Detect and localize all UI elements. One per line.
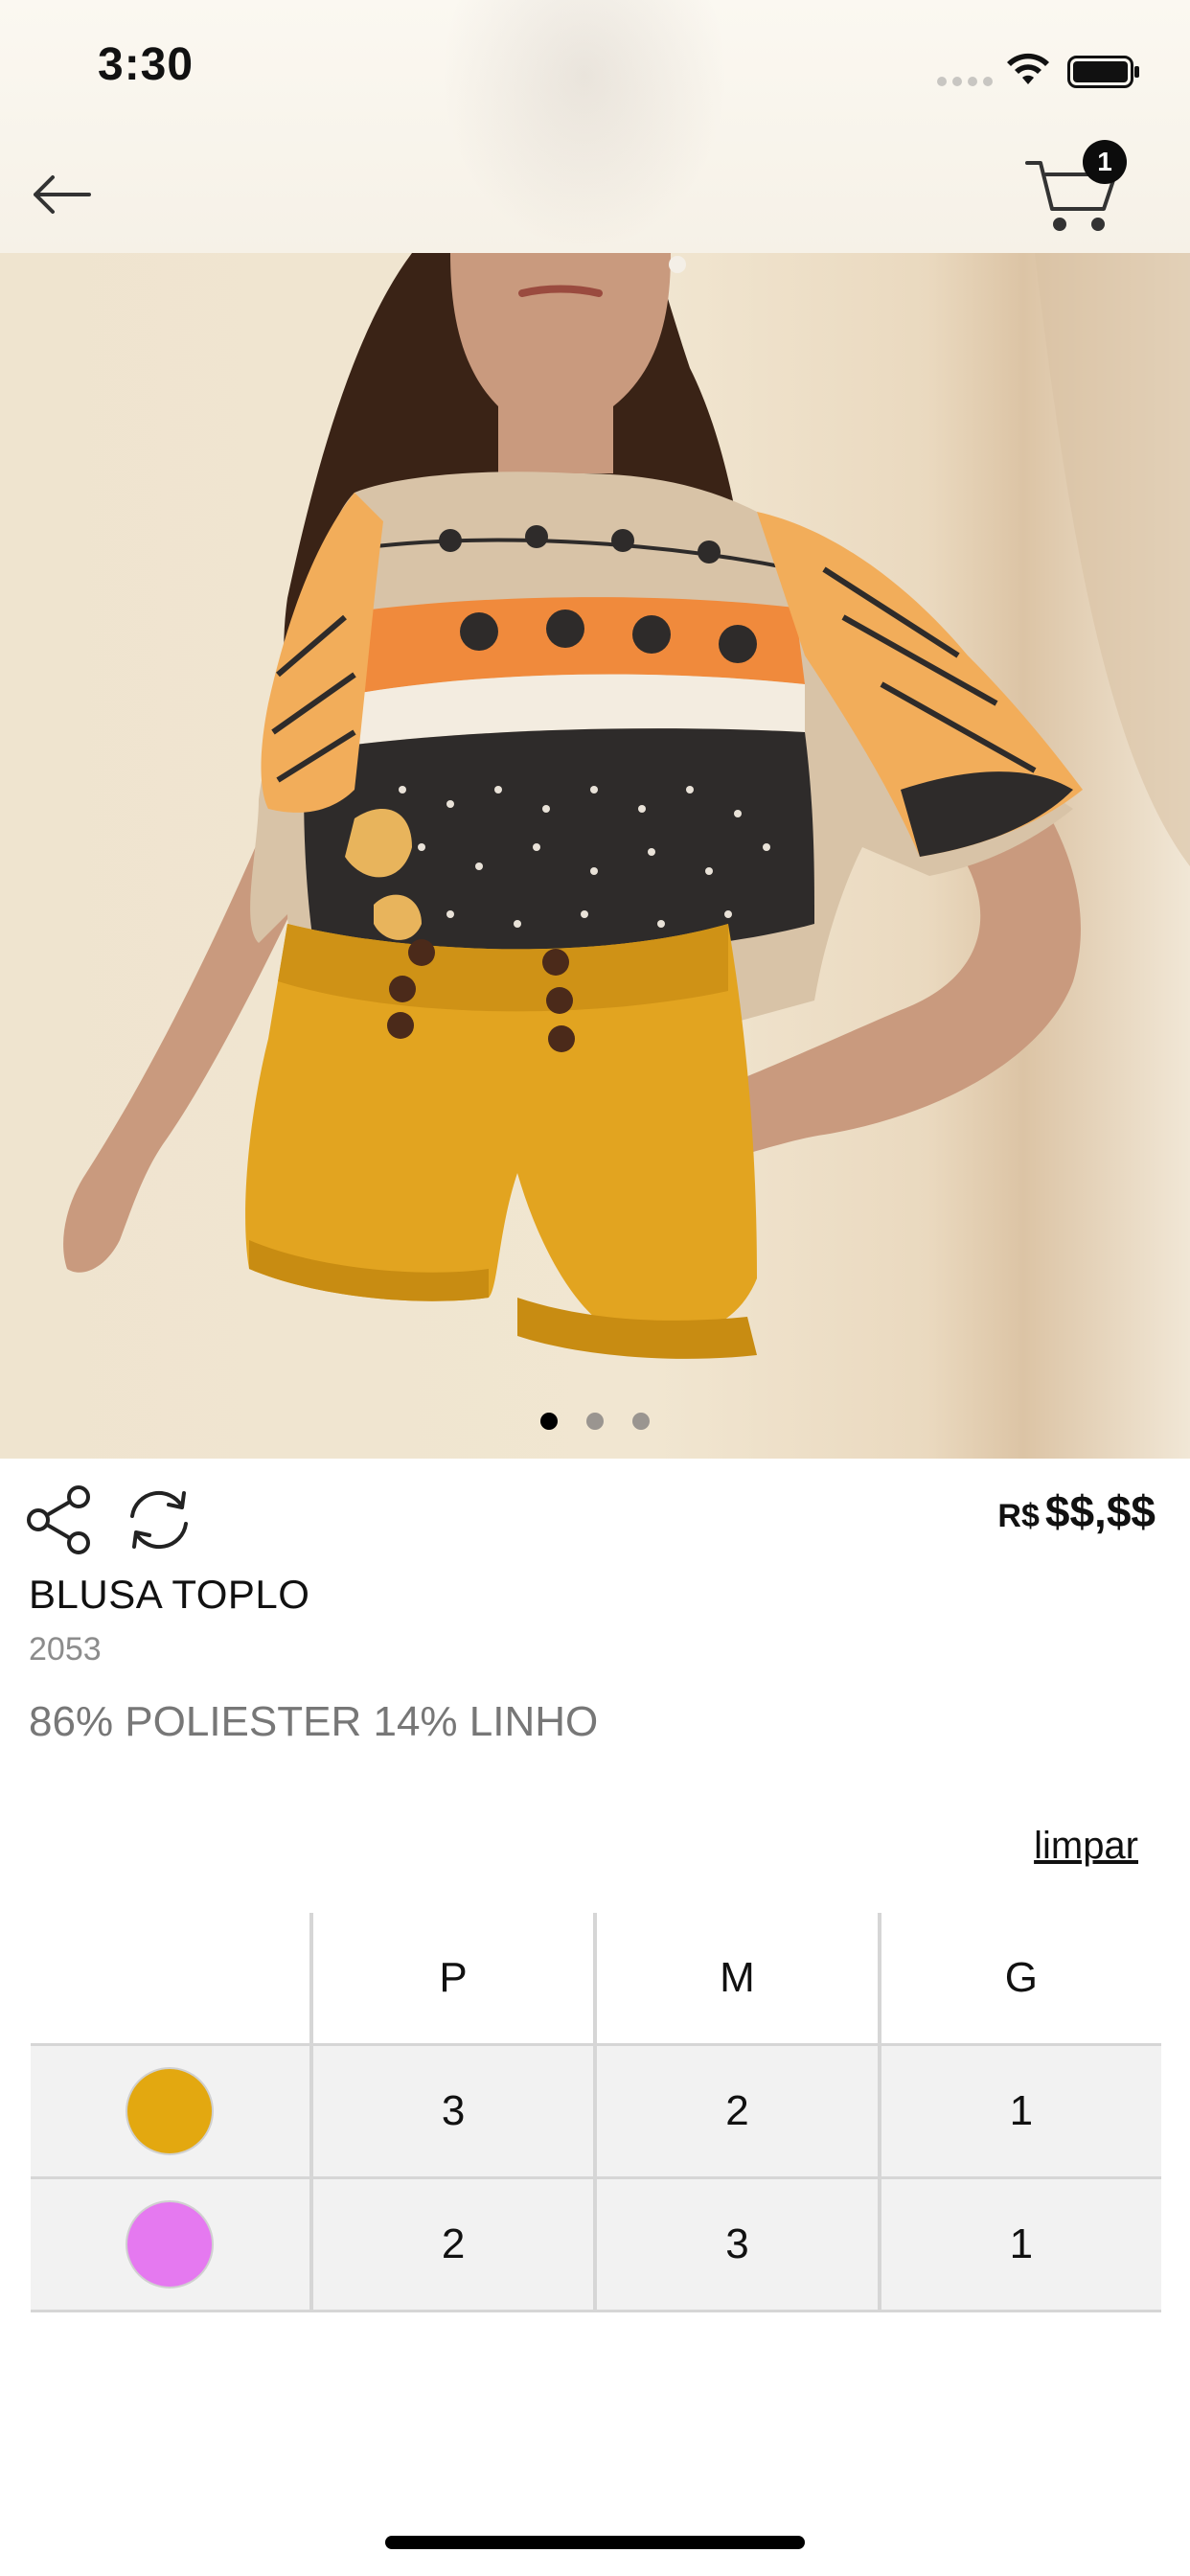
qty-cell[interactable]: 2	[593, 2043, 880, 2178]
status-time: 3:30	[98, 39, 195, 90]
product-composition: 86% POLIESTER 14% LINHO	[29, 1698, 599, 1745]
battery-icon	[1067, 56, 1139, 88]
arrow-left-icon	[34, 175, 91, 214]
image-pagination	[0, 1413, 1190, 1430]
color-swatch-cell	[31, 2176, 311, 2312]
qty-cell[interactable]: 3	[593, 2176, 880, 2312]
grid-row-pink: 2 3 1	[31, 2176, 1161, 2312]
price-value: $$,$$	[1044, 1486, 1156, 1536]
product-title: BLUSA TOPLO	[29, 1572, 310, 1617]
clear-link[interactable]: limpar	[1034, 1825, 1138, 1868]
grid-row-yellow: 3 2 1	[31, 2043, 1161, 2178]
pagination-dot-3[interactable]	[632, 1413, 650, 1430]
product-photo	[63, 253, 1190, 1359]
product-image[interactable]	[0, 253, 1190, 1459]
signal-icon	[937, 77, 993, 86]
back-button[interactable]	[23, 161, 100, 228]
pagination-dot-2[interactable]	[586, 1413, 604, 1430]
qty-cell[interactable]: 1	[877, 2176, 1161, 2312]
grid-header-row: P M G	[31, 1913, 1161, 2045]
share-icon[interactable]	[23, 1484, 96, 1556]
product-code: 2053	[29, 1631, 102, 1668]
color-swatch-pink[interactable]	[126, 2200, 215, 2288]
image-blur	[441, 0, 728, 251]
refresh-icon[interactable]	[123, 1484, 195, 1556]
color-swatch-cell	[31, 2043, 311, 2178]
qty-cell[interactable]: 3	[309, 2043, 596, 2178]
wifi-icon	[1007, 53, 1049, 84]
cart-count-badge: 1	[1083, 140, 1127, 184]
top-bar: 3:30 1	[0, 0, 1190, 255]
qty-cell[interactable]: 2	[309, 2176, 596, 2312]
product-price: R$ $$,$$	[997, 1485, 1156, 1537]
color-swatch-yellow[interactable]	[126, 2067, 215, 2155]
size-header-m: M	[593, 1913, 880, 2045]
qty-cell[interactable]: 1	[877, 2043, 1161, 2178]
size-color-grid: P M G 3 2 1 2 3 1	[31, 1913, 1161, 2312]
pagination-dot-1[interactable]	[540, 1413, 558, 1430]
grid-corner-cell	[31, 1913, 311, 2045]
size-header-p: P	[309, 1913, 596, 2045]
size-header-g: G	[877, 1913, 1161, 2045]
home-indicator	[385, 2536, 805, 2549]
price-currency: R$	[997, 1498, 1040, 1534]
